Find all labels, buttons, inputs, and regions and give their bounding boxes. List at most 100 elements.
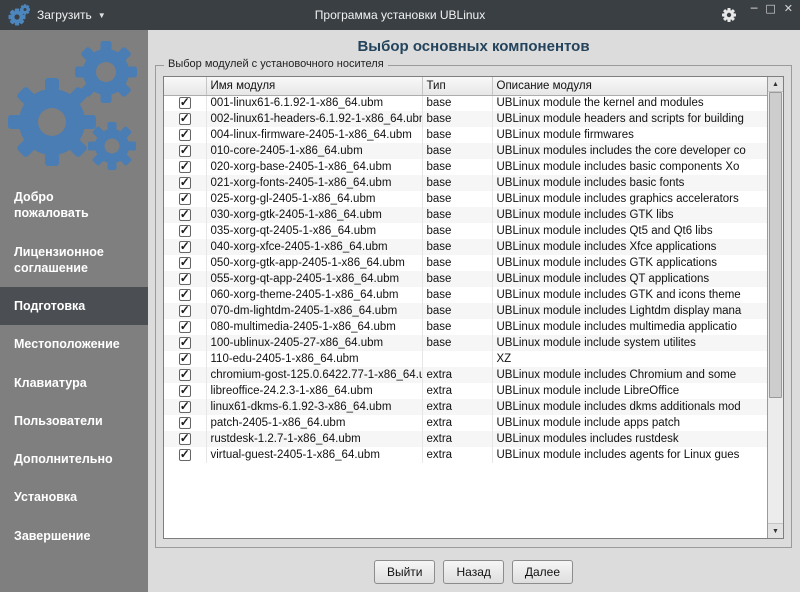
table-row[interactable]: ✓ 055-xorg-qt-app-2405-1-x86_64.ubm base…	[164, 271, 767, 287]
table-row[interactable]: ✓ 070-dm-lightdm-2405-1-x86_64.ubm base …	[164, 303, 767, 319]
module-name: 035-xorg-qt-2405-1-x86_64.ubm	[206, 223, 422, 239]
table-row[interactable]: ✓ 100-ublinux-2405-27-x86_64.ubm base UB…	[164, 335, 767, 351]
sidebar-item-keyboard[interactable]: Клавиатура	[0, 364, 148, 402]
module-type: extra	[422, 367, 492, 383]
row-checkbox[interactable]: ✓	[179, 321, 191, 333]
module-name: 060-xorg-theme-2405-1-x86_64.ubm	[206, 287, 422, 303]
table-row[interactable]: ✓ 020-xorg-base-2405-1-x86_64.ubm base U…	[164, 159, 767, 175]
table-row[interactable]: ✓ 010-core-2405-1-x86_64.ubm base UBLinu…	[164, 143, 767, 159]
row-checkbox[interactable]: ✓	[179, 145, 191, 157]
module-desc: UBLinux module includes basic fonts	[492, 175, 767, 191]
module-desc: UBLinux module includes basic components…	[492, 159, 767, 175]
sidebar-item-welcome[interactable]: Добро пожаловать	[0, 178, 148, 233]
table-row[interactable]: ✓ 002-linux61-headers-6.1.92-1-x86_64.ub…	[164, 111, 767, 127]
module-name: linux61-dkms-6.1.92-3-x86_64.ubm	[206, 399, 422, 415]
check-icon: ✓	[180, 143, 190, 157]
scrollbar-track[interactable]	[768, 92, 783, 523]
column-header-type[interactable]: Тип	[422, 77, 492, 95]
module-desc: UBLinux module includes GTK libs	[492, 207, 767, 223]
row-checkbox[interactable]: ✓	[179, 241, 191, 253]
scrollbar-thumb[interactable]	[769, 92, 782, 398]
window-title: Программа установки UBLinux	[0, 8, 800, 22]
load-button[interactable]: Загрузить ▼	[37, 8, 106, 22]
check-icon: ✓	[180, 191, 190, 205]
sidebar-item-users[interactable]: Пользователи	[0, 402, 148, 440]
footer-buttons: Выйти Назад Далее	[155, 560, 792, 584]
close-icon[interactable]: ✕	[784, 3, 793, 15]
sidebar-item-preparation[interactable]: Подготовка	[0, 287, 148, 325]
table-row[interactable]: ✓ 080-multimedia-2405-1-x86_64.ubm base …	[164, 319, 767, 335]
row-checkbox[interactable]: ✓	[179, 385, 191, 397]
row-checkbox[interactable]: ✓	[179, 433, 191, 445]
table-row[interactable]: ✓ chromium-gost-125.0.6422.77-1-x86_64.u…	[164, 367, 767, 383]
column-header-check[interactable]	[164, 77, 206, 95]
row-checkbox[interactable]: ✓	[179, 449, 191, 461]
back-button[interactable]: Назад	[443, 560, 503, 584]
check-icon: ✓	[180, 223, 190, 237]
table-row[interactable]: ✓ patch-2405-1-x86_64.ubm extra UBLinux …	[164, 415, 767, 431]
table-row[interactable]: ✓ 025-xorg-gl-2405-1-x86_64.ubm base UBL…	[164, 191, 767, 207]
table-row[interactable]: ✓ 030-xorg-gtk-2405-1-x86_64.ubm base UB…	[164, 207, 767, 223]
module-table: Имя модуля Тип Описание модуля ✓ 001-lin…	[164, 77, 767, 463]
settings-gear-button[interactable]	[721, 7, 737, 23]
row-checkbox[interactable]: ✓	[179, 289, 191, 301]
sidebar-item-finish[interactable]: Завершение	[0, 517, 148, 555]
table-row[interactable]: ✓ 001-linux61-6.1.92-1-x86_64.ubm base U…	[164, 95, 767, 111]
row-checkbox[interactable]: ✓	[179, 129, 191, 141]
table-row[interactable]: ✓ 040-xorg-xfce-2405-1-x86_64.ubm base U…	[164, 239, 767, 255]
sidebar-item-license[interactable]: Лицензионное соглашение	[0, 233, 148, 288]
sidebar-item-label: Клавиатура	[14, 376, 87, 390]
sidebar-item-installation[interactable]: Установка	[0, 478, 148, 516]
page-title: Выбор основных компонентов	[155, 38, 792, 55]
table-row[interactable]: ✓ 060-xorg-theme-2405-1-x86_64.ubm base …	[164, 287, 767, 303]
row-checkbox[interactable]: ✓	[179, 113, 191, 125]
check-icon: ✓	[180, 175, 190, 189]
column-header-description[interactable]: Описание модуля	[492, 77, 767, 95]
check-icon: ✓	[180, 447, 190, 461]
row-checkbox[interactable]: ✓	[179, 401, 191, 413]
row-checkbox[interactable]: ✓	[179, 337, 191, 349]
row-checkbox[interactable]: ✓	[179, 257, 191, 269]
row-checkbox[interactable]: ✓	[179, 353, 191, 365]
minimize-icon[interactable]: ─	[751, 3, 758, 15]
table-row[interactable]: ✓ 004-linux-firmware-2405-1-x86_64.ubm b…	[164, 127, 767, 143]
check-icon: ✓	[180, 415, 190, 429]
scroll-down-icon[interactable]: ▼	[768, 523, 783, 538]
table-row[interactable]: ✓ linux61-dkms-6.1.92-3-x86_64.ubm extra…	[164, 399, 767, 415]
table-row[interactable]: ✓ 050-xorg-gtk-app-2405-1-x86_64.ubm bas…	[164, 255, 767, 271]
module-name: 040-xorg-xfce-2405-1-x86_64.ubm	[206, 239, 422, 255]
module-desc: UBLinux module includes dkms additionals…	[492, 399, 767, 415]
row-checkbox[interactable]: ✓	[179, 273, 191, 285]
table-row[interactable]: ✓ 110-edu-2405-1-x86_64.ubm XZ	[164, 351, 767, 367]
maximize-icon[interactable]: □	[765, 3, 775, 15]
table-row[interactable]: ✓ virtual-guest-2405-1-x86_64.ubm extra …	[164, 447, 767, 463]
row-checkbox[interactable]: ✓	[179, 225, 191, 237]
module-groupbox: Выбор модулей с установочного носителя И…	[155, 65, 792, 548]
table-row[interactable]: ✓ 021-xorg-fonts-2405-1-x86_64.ubm base …	[164, 175, 767, 191]
sidebar-item-location[interactable]: Местоположение	[0, 325, 148, 363]
row-checkbox[interactable]: ✓	[179, 97, 191, 109]
table-row[interactable]: ✓ libreoffice-24.2.3-1-x86_64.ubm extra …	[164, 383, 767, 399]
module-name: 110-edu-2405-1-x86_64.ubm	[206, 351, 422, 367]
row-checkbox[interactable]: ✓	[179, 417, 191, 429]
column-header-name[interactable]: Имя модуля	[206, 77, 422, 95]
row-checkbox[interactable]: ✓	[179, 193, 191, 205]
module-name: 002-linux61-headers-6.1.92-1-x86_64.ubm	[206, 111, 422, 127]
sidebar-item-label: Завершение	[14, 529, 90, 543]
row-checkbox[interactable]: ✓	[179, 305, 191, 317]
sidebar-item-additional[interactable]: Дополнительно	[0, 440, 148, 478]
module-name: 004-linux-firmware-2405-1-x86_64.ubm	[206, 127, 422, 143]
next-button[interactable]: Далее	[512, 560, 573, 584]
row-checkbox[interactable]: ✓	[179, 369, 191, 381]
table-row[interactable]: ✓ 035-xorg-qt-2405-1-x86_64.ubm base UBL…	[164, 223, 767, 239]
vertical-scrollbar[interactable]: ▲ ▼	[767, 77, 783, 538]
gear-icon	[721, 11, 737, 26]
table-row[interactable]: ✓ rustdesk-1.2.7-1-x86_64.ubm extra UBLi…	[164, 431, 767, 447]
row-checkbox[interactable]: ✓	[179, 177, 191, 189]
module-name: 010-core-2405-1-x86_64.ubm	[206, 143, 422, 159]
row-checkbox[interactable]: ✓	[179, 161, 191, 173]
scroll-up-icon[interactable]: ▲	[768, 77, 783, 92]
row-checkbox[interactable]: ✓	[179, 209, 191, 221]
check-icon: ✓	[180, 431, 190, 445]
exit-button[interactable]: Выйти	[374, 560, 436, 584]
